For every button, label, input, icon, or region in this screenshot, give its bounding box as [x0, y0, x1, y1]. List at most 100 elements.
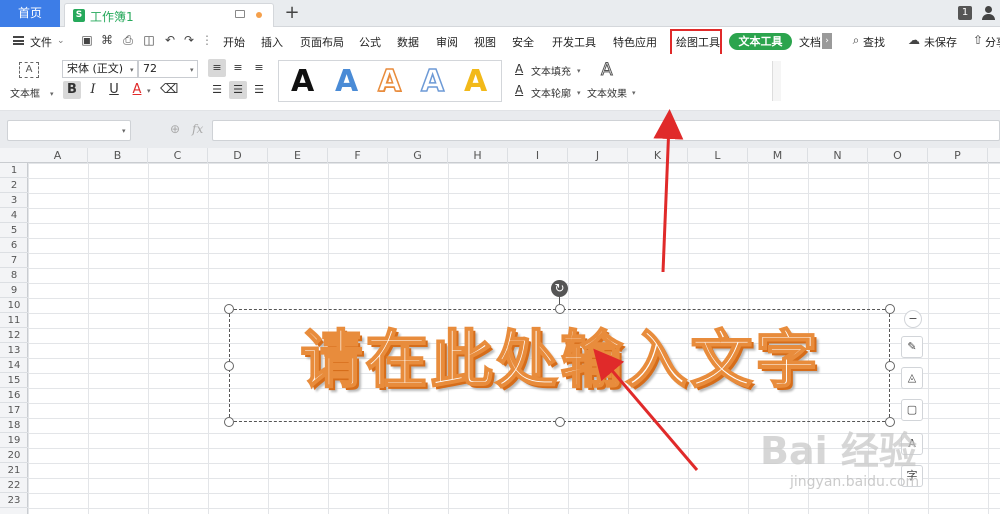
underline-button[interactable]: U [105, 81, 123, 99]
row-header[interactable]: 19 [0, 433, 28, 448]
monitor-icon[interactable] [235, 10, 245, 18]
redo-icon[interactable]: ↷ [182, 33, 196, 47]
user-avatar-icon[interactable] [982, 6, 995, 20]
column-header[interactable]: P [928, 148, 988, 163]
row-header[interactable]: 2 [0, 178, 28, 193]
menu-view[interactable]: 视图 [474, 34, 496, 50]
style-preset-orange-outline[interactable]: A [377, 63, 402, 101]
row-header[interactable]: 16 [0, 388, 28, 403]
align-top-icon[interactable]: ≡ [208, 59, 226, 77]
row-header[interactable]: 18 [0, 418, 28, 433]
fill-bucket-icon[interactable]: ◬ [901, 367, 923, 389]
column-header[interactable]: N [808, 148, 868, 163]
menu-text-tools[interactable]: 文本工具 [729, 33, 792, 50]
row-header[interactable]: 23 [0, 493, 28, 508]
row-header[interactable]: 3 [0, 193, 28, 208]
menu-formulas[interactable]: 公式 [359, 34, 381, 50]
style-preset-black[interactable]: A [291, 63, 314, 101]
font-name-chevron-icon[interactable]: ▾ [130, 66, 134, 74]
font-color-button[interactable]: A [128, 81, 146, 99]
name-box-chevron-icon[interactable]: ▾ [122, 127, 126, 135]
column-header[interactable]: J [568, 148, 628, 163]
font-size-select[interactable]: 72 [138, 60, 198, 78]
row-header[interactable]: 14 [0, 358, 28, 373]
resize-handle-top[interactable] [555, 304, 565, 314]
menu-special-apps[interactable]: 特色应用 [613, 34, 657, 50]
menu-insert[interactable]: 插入 [261, 34, 283, 50]
column-header[interactable]: C [148, 148, 208, 163]
text-outline-button[interactable]: 文本轮廓 [531, 85, 571, 100]
undo-icon[interactable]: ↶ [163, 33, 177, 47]
menu-document[interactable]: 文档 [799, 34, 821, 50]
text-fill-chevron-icon[interactable]: ▾ [577, 67, 581, 75]
fx-icon[interactable]: fx [192, 122, 203, 136]
zoom-formula-icon[interactable]: ⊕ [170, 122, 180, 136]
rotate-handle-icon[interactable]: ↻ [551, 280, 568, 297]
search-icon[interactable]: ⌕ [849, 33, 863, 47]
resize-handle-bottom-left[interactable] [224, 417, 234, 427]
menu-data[interactable]: 数据 [397, 34, 419, 50]
save-icon[interactable]: ▣ [80, 33, 94, 47]
share-button[interactable]: 分享 [985, 34, 1000, 50]
search-button[interactable]: 查找 [863, 34, 885, 50]
column-header[interactable]: G [388, 148, 448, 163]
column-header[interactable]: I [508, 148, 568, 163]
column-header[interactable]: H [448, 148, 508, 163]
row-header[interactable]: 17 [0, 403, 28, 418]
column-header[interactable]: D [208, 148, 268, 163]
text-effect-icon[interactable]: A [601, 60, 614, 81]
align-center-icon[interactable]: ☰ [229, 81, 247, 99]
text-outline-chevron-icon[interactable]: ▾ [577, 89, 581, 97]
text-fill-button[interactable]: 文本填充 [531, 63, 571, 78]
column-header[interactable]: E [268, 148, 328, 163]
row-header[interactable]: 15 [0, 373, 28, 388]
align-left-icon[interactable]: ☰ [208, 81, 226, 99]
row-header[interactable]: 7 [0, 253, 28, 268]
row-header[interactable]: 10 [0, 298, 28, 313]
row-header[interactable]: 20 [0, 448, 28, 463]
customize-more-icon[interactable]: ⋮ [200, 33, 214, 47]
style-preset-blue[interactable]: A [335, 63, 358, 101]
cloud-icon[interactable]: ☁ [907, 33, 921, 47]
format-painter-icon[interactable]: ⌘ [100, 33, 114, 47]
align-right-icon[interactable]: ☰ [250, 81, 268, 99]
column-header[interactable]: O [868, 148, 928, 163]
pen-edit-icon[interactable]: ✎ [901, 336, 923, 358]
home-tab[interactable]: 首页 [0, 0, 60, 27]
row-header[interactable]: 12 [0, 328, 28, 343]
menu-start[interactable]: 开始 [223, 34, 245, 50]
resize-handle-left[interactable] [224, 361, 234, 371]
column-header[interactable]: A [28, 148, 88, 163]
resize-handle-top-left[interactable] [224, 304, 234, 314]
font-name-select[interactable]: 宋体 (正文) [62, 60, 138, 78]
wordart-text[interactable]: 请在此处输入文字 [230, 318, 891, 402]
row-header[interactable]: 21 [0, 463, 28, 478]
textbox-icon[interactable]: A [19, 62, 39, 78]
column-header[interactable]: M [748, 148, 808, 163]
text-style-gallery[interactable]: A A A A A [278, 60, 781, 102]
textbox-label[interactable]: 文本框 [10, 85, 40, 100]
resize-handle-top-right[interactable] [885, 304, 895, 314]
row-header[interactable]: 9 [0, 283, 28, 298]
textbox-dropdown-icon[interactable]: ▾ [50, 90, 54, 98]
wordart-text-box[interactable]: 请在此处输入文字 [229, 309, 890, 422]
row-header[interactable]: 5 [0, 223, 28, 238]
new-tab-button[interactable]: + [284, 2, 300, 24]
row-header[interactable]: 8 [0, 268, 28, 283]
text-outline-icon[interactable]: A [515, 83, 523, 97]
unsaved-status[interactable]: 未保存 [924, 34, 957, 50]
align-bottom-icon[interactable]: ≡ [250, 59, 268, 77]
chevron-down-icon[interactable]: ⌄ [57, 36, 65, 46]
name-box[interactable]: ▾ [7, 120, 131, 141]
row-header[interactable]: 13 [0, 343, 28, 358]
align-middle-icon[interactable]: ≡ [229, 59, 247, 77]
menu-scroll-right-icon[interactable]: › [822, 33, 832, 49]
column-header[interactable]: B [88, 148, 148, 163]
hamburger-menu-icon[interactable] [13, 36, 24, 45]
collapse-tools-icon[interactable]: − [904, 310, 922, 328]
menu-page-layout[interactable]: 页面布局 [300, 34, 344, 50]
window-count-badge[interactable]: 1 [958, 6, 972, 20]
gallery-scroll-icon[interactable] [772, 61, 781, 101]
column-header[interactable]: F [328, 148, 388, 163]
formula-input[interactable] [212, 120, 1000, 141]
